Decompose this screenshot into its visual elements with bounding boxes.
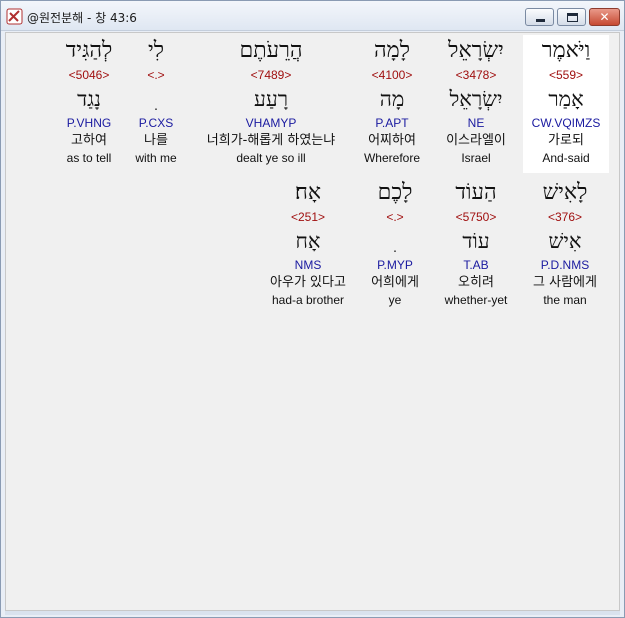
hebrew-lemma: רָעַע (253, 87, 289, 111)
english-gloss: with me (135, 151, 177, 165)
strong-number[interactable]: <4100> (352, 67, 432, 83)
hebrew-word: לָאִישׁ (542, 180, 588, 205)
strong-number[interactable]: <.> (358, 209, 432, 225)
status-strip (5, 611, 620, 615)
hebrew-lemma: עוֹד (462, 229, 490, 253)
strong-number[interactable]: <559> (523, 67, 609, 83)
strong-number[interactable]: <3478> (433, 67, 519, 83)
english-gloss: the man (543, 293, 587, 307)
strong-number[interactable]: <.> (124, 67, 188, 83)
morphology-code: T.AB (463, 258, 489, 272)
english-gloss: Israel (461, 151, 491, 165)
strong-number[interactable]: <376> (518, 209, 612, 225)
hebrew-lemma: ׅ (124, 83, 188, 115)
english-gloss: had-a brother (271, 293, 345, 307)
english-gloss: ye (388, 293, 402, 307)
maximize-icon (567, 13, 578, 22)
close-button[interactable]: ✕ (589, 8, 620, 26)
hebrew-word: לָמָה (374, 38, 410, 63)
close-icon: ✕ (599, 10, 610, 24)
english-gloss: And-said (542, 151, 590, 165)
word-cell[interactable]: יִשְׂרָאֵל <3478> יִשְׂרָאֵל NE 이스라엘이 Is… (433, 35, 519, 166)
word-cell[interactable]: לָמָה <4100> מָה P.APT 어찌하여 Wherefore (352, 35, 432, 166)
korean-gloss: 아우가 있다고 (270, 275, 346, 290)
morphology-code: P.D.NMS (540, 258, 590, 272)
korean-gloss: 나를 (144, 133, 168, 148)
morphology-code: P.CXS (138, 116, 174, 130)
hebrew-lemma: יִשְׂרָאֵל (449, 87, 503, 111)
english-gloss: dealt ye so ill (236, 151, 306, 165)
hebrew-lemma: אִישׁ (548, 229, 582, 253)
strong-number[interactable]: <5046> (52, 67, 126, 83)
strong-number[interactable]: <7489> (190, 67, 352, 83)
hebrew-lemma: אָמַר (548, 87, 584, 111)
english-gloss: whether-yet (444, 293, 508, 307)
morphology-code: NE (467, 116, 485, 130)
hebrew-lemma: מָה (379, 87, 405, 111)
korean-gloss: 고하여 (71, 133, 107, 148)
strong-number[interactable]: <5750> (433, 209, 519, 225)
word-cell[interactable]: הַעוֹד <5750> עוֹד T.AB 오히려 whether-yet (433, 177, 519, 308)
app-window: @원전분해 - 창 43:6 ✕ וַיֹּאמֶר <559> אָמַר C… (0, 0, 625, 618)
english-gloss: as to tell (66, 151, 112, 165)
window-title: @원전분해 - 창 43:6 (27, 11, 137, 25)
word-cell[interactable]: אָח׃ <251> אָח NMS 아우가 있다고 had-a brother (260, 177, 356, 308)
english-gloss: Wherefore (363, 151, 421, 165)
morphology-code: P.VHNG (66, 116, 112, 130)
title-bar[interactable]: @원전분해 - 창 43:6 ✕ (1, 1, 624, 31)
word-cell[interactable]: לִי <.> ׅ P.CXS 나를 with me (124, 35, 188, 166)
hebrew-word: יִשְׂרָאֵל (448, 38, 504, 63)
morphology-code: P.APT (375, 116, 409, 130)
minimize-icon (536, 19, 545, 22)
korean-gloss: 가로되 (548, 133, 584, 148)
hebrew-lemma: נָגַד (77, 87, 101, 111)
korean-gloss: 그 사람에게 (533, 275, 597, 290)
hebrew-word: אָח׃ (294, 180, 322, 205)
word-cell[interactable]: וַיֹּאמֶר <559> אָמַר CW.VQIMZS 가로되 And-… (523, 35, 609, 173)
hebrew-word: לָכֶם (377, 180, 413, 205)
morphology-code: P.MYP (377, 258, 413, 272)
word-cell[interactable]: לָאִישׁ <376> אִישׁ P.D.NMS 그 사람에게 the m… (518, 177, 612, 308)
hebrew-lemma: אָח (295, 229, 321, 253)
hebrew-word: לְהַגִּיד (65, 38, 113, 63)
word-cell[interactable]: לְהַגִּיד <5046> נָגַד P.VHNG 고하여 as to … (52, 35, 126, 166)
morphology-code: VHAMYP (245, 116, 297, 130)
korean-gloss: 어찌하여 (368, 133, 416, 148)
hebrew-word: הַעוֹד (455, 180, 497, 205)
word-cell[interactable]: הֲרֵעֹתֶם <7489> רָעַע VHAMYP 너희가-해롭게 하였… (190, 35, 352, 166)
korean-gloss: 오히려 (458, 275, 494, 290)
word-cell[interactable]: לָכֶם <.> ׅ P.MYP 어희에게 ye (358, 177, 432, 308)
morphology-code: NMS (294, 258, 322, 272)
hebrew-word: הֲרֵעֹתֶם (239, 38, 303, 63)
korean-gloss: 이스라엘이 (446, 133, 506, 148)
hebrew-word: וַיֹּאמֶר (541, 38, 591, 63)
hebrew-word: לִי (147, 38, 165, 63)
app-logo-icon (6, 8, 23, 25)
maximize-button[interactable] (557, 8, 586, 26)
hebrew-lemma: ׅ (358, 225, 432, 257)
strong-number[interactable]: <251> (260, 209, 356, 225)
interlinear-pane[interactable]: וַיֹּאמֶר <559> אָמַר CW.VQIMZS 가로되 And-… (5, 32, 620, 611)
korean-gloss: 어희에게 (371, 275, 419, 290)
morphology-code: CW.VQIMZS (531, 116, 601, 130)
korean-gloss: 너희가-해롭게 하였는냐 (206, 133, 336, 148)
minimize-button[interactable] (525, 8, 554, 26)
